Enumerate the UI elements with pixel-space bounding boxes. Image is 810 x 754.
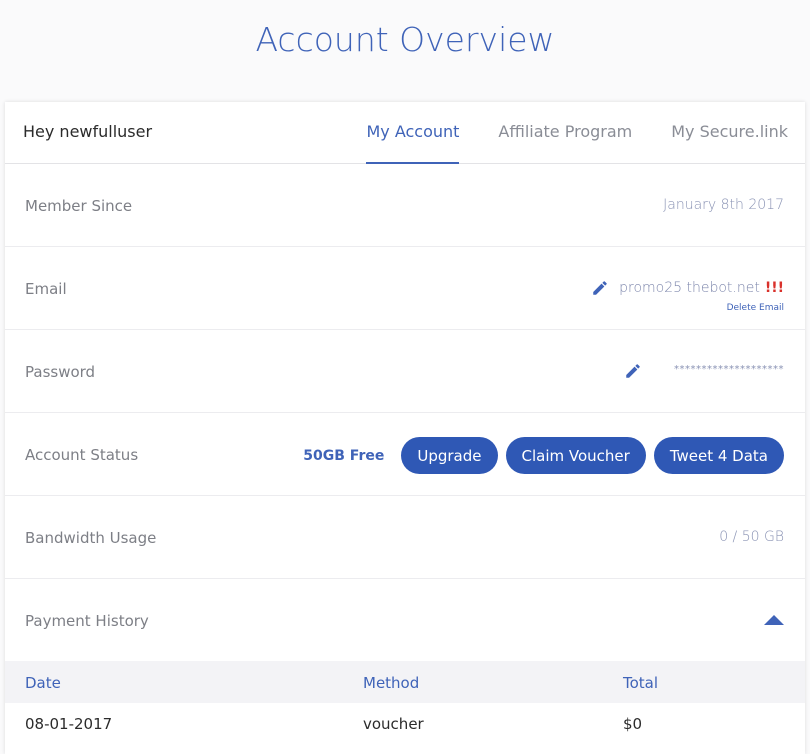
card-header: Hey newfulluser My Account Affiliate Pro…: [5, 102, 805, 164]
tab-bar: My Account Affiliate Program My Secure.l…: [327, 102, 788, 164]
page-title: Account Overview: [255, 20, 555, 59]
caret-up-icon[interactable]: [764, 615, 784, 625]
column-header-total: Total: [623, 674, 659, 692]
password-value: ********************: [674, 364, 784, 375]
bandwidth-value: 0 / 50 GB: [719, 529, 784, 545]
tab-my-account[interactable]: My Account: [366, 102, 459, 164]
tab-my-secure-link[interactable]: My Secure.link: [671, 102, 788, 163]
account-status-label: Account Status: [25, 446, 139, 464]
pencil-icon[interactable]: [624, 362, 642, 380]
column-header-date: Date: [25, 674, 61, 692]
payment-table-header: Date Method Total: [5, 661, 805, 703]
column-header-method: Method: [363, 674, 420, 692]
member-since-label: Member Since: [25, 197, 133, 215]
payment-date: 08-01-2017: [25, 715, 113, 733]
account-status-actions: 50GB Free Upgrade Claim Voucher Tweet 4 …: [303, 437, 784, 474]
greeting: Hey newfulluser: [23, 122, 153, 141]
payment-history-row[interactable]: Payment History: [5, 579, 805, 661]
bandwidth-label: Bandwidth Usage: [25, 529, 157, 547]
account-status-row: Account Status 50GB Free Upgrade Claim V…: [5, 413, 805, 496]
plan-label: 50GB Free: [303, 447, 385, 464]
email-value: promo25 thebot.net: [619, 280, 760, 296]
email-warning: !!!: [764, 280, 784, 296]
email-label: Email: [25, 280, 67, 298]
password-label: Password: [25, 363, 96, 381]
member-since-row: Member Since January 8th 2017: [5, 164, 805, 247]
delete-email-link[interactable]: Delete Email: [727, 303, 784, 313]
payment-history-label: Payment History: [25, 612, 149, 630]
claim-voucher-button[interactable]: Claim Voucher: [505, 437, 646, 474]
pencil-icon[interactable]: [591, 279, 609, 297]
tweet-4-data-button[interactable]: Tweet 4 Data: [653, 437, 784, 474]
email-value-wrap: promo25 thebot.net!!!: [619, 280, 784, 296]
account-overview-page: Account Overview Hey newfulluser My Acco…: [0, 0, 810, 754]
bandwidth-row: Bandwidth Usage 0 / 50 GB: [5, 496, 805, 579]
member-since-value: January 8th 2017: [663, 197, 784, 213]
payment-method: voucher: [363, 715, 424, 733]
account-card: Hey newfulluser My Account Affiliate Pro…: [5, 102, 805, 754]
upgrade-button[interactable]: Upgrade: [401, 437, 498, 474]
payment-total: $0: [623, 715, 643, 733]
tab-affiliate-program[interactable]: Affiliate Program: [498, 102, 632, 163]
table-row: 08-01-2017 voucher $0: [5, 703, 805, 745]
email-row: Email promo25 thebot.net!!! Delete Email: [5, 247, 805, 330]
password-row: Password ********************: [5, 330, 805, 413]
